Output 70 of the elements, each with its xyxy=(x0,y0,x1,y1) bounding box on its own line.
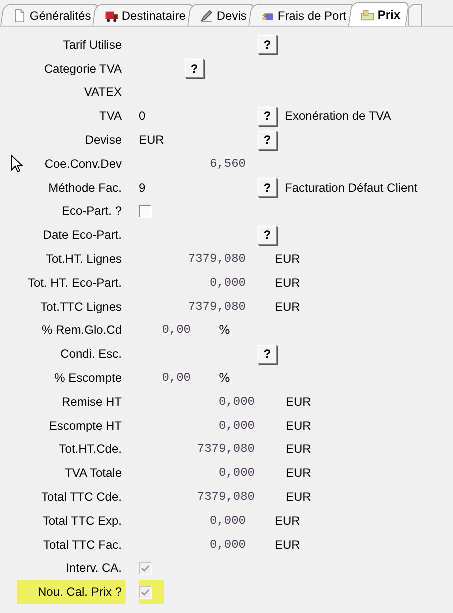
unit-label: EUR xyxy=(275,538,300,552)
help-button[interactable]: ? xyxy=(258,130,277,150)
amount-value: 7379,080 xyxy=(188,252,246,266)
help-button[interactable]: ? xyxy=(258,226,277,245)
field-label: Total TTC Exp. xyxy=(42,514,122,528)
help-button[interactable]: ? xyxy=(258,35,277,54)
amount-value: 0,000 xyxy=(210,514,246,528)
help-button[interactable]: ? xyxy=(258,344,277,364)
field-value: EUR xyxy=(139,133,164,148)
unit-label: EUR xyxy=(286,490,312,504)
amount-value: 0,00 xyxy=(162,371,191,386)
unit-label: EUR xyxy=(286,466,312,480)
field-value: 9 xyxy=(139,180,146,195)
unit-label: EUR xyxy=(286,442,312,456)
field-value: 0 xyxy=(139,109,146,124)
field-label: Tot.HT. Lignes xyxy=(46,252,122,266)
amount-value: 6,560 xyxy=(210,156,246,171)
checkbox[interactable] xyxy=(139,204,152,218)
field-label: Devise xyxy=(85,133,122,148)
unit-label: EUR xyxy=(286,418,312,433)
field-label: Categorie TVA xyxy=(44,62,122,76)
banknote-icon xyxy=(361,8,376,22)
unit-label: EUR xyxy=(275,514,300,528)
tab[interactable]: Prix xyxy=(348,2,410,26)
field-label: Condi. Esc. xyxy=(60,347,122,362)
unit-label: % xyxy=(219,371,230,386)
amount-value: 0,000 xyxy=(210,276,246,290)
field-label: % Escompte xyxy=(54,371,122,386)
unit-label: EUR xyxy=(286,394,312,409)
field-description: Exonération de TVA xyxy=(285,109,392,124)
amount-value: 7379,080 xyxy=(197,490,255,504)
amount-value: 0,000 xyxy=(218,418,255,433)
field-description: Facturation Défaut Client xyxy=(285,180,418,195)
field-label: Escompte HT xyxy=(49,418,122,433)
field-label: Méthode Fac. xyxy=(48,180,122,195)
field-label: VATEX xyxy=(84,85,122,100)
field-label: Tarif Utilise xyxy=(63,38,122,52)
amount-value: 0,000 xyxy=(218,466,255,480)
field-label: % Rem.Glo.Cd xyxy=(42,323,122,338)
field-label: Tot. HT. Eco-Part. xyxy=(28,276,122,290)
cursor-icon xyxy=(11,155,23,173)
field-label: Date Eco-Part. xyxy=(43,228,122,242)
tab[interactable]: Devis xyxy=(188,4,256,26)
unit-label: EUR xyxy=(275,276,300,290)
field-label: TVA xyxy=(100,109,122,124)
pencil-icon xyxy=(200,8,214,22)
amount-value: 7379,080 xyxy=(197,442,255,456)
field-label: Eco-Part. ? xyxy=(62,204,122,218)
help-button[interactable]: ? xyxy=(258,178,277,198)
field-label: Interv. CA. xyxy=(66,561,122,576)
tab[interactable]: Destinataire xyxy=(92,4,195,26)
field-label: TVA Totale xyxy=(65,466,122,480)
tab[interactable]: Généralités xyxy=(0,4,100,26)
amount-value: 0,00 xyxy=(162,323,191,338)
field-label: Total TTC Cde. xyxy=(42,490,122,504)
amount-value: 7379,080 xyxy=(188,300,246,314)
field-label: Tot.TTC Lignes xyxy=(40,300,122,314)
field-label: Tot.HT.Cde. xyxy=(59,442,122,456)
amount-value: 0,000 xyxy=(210,538,246,552)
document-icon xyxy=(12,8,27,22)
field-label: Remise HT xyxy=(62,394,122,409)
field-label: Total TTC Fac. xyxy=(44,538,122,552)
amount-value: 0,000 xyxy=(218,394,255,409)
unit-label: EUR xyxy=(275,252,300,266)
field-label: Coe.Conv.Dev xyxy=(44,156,122,171)
help-button[interactable]: ? xyxy=(185,59,204,78)
help-button[interactable]: ? xyxy=(258,106,277,126)
unit-label: % xyxy=(219,323,230,338)
field-label: Nou. Cal. Prix ? xyxy=(38,585,122,600)
unit-label: EUR xyxy=(275,300,300,314)
